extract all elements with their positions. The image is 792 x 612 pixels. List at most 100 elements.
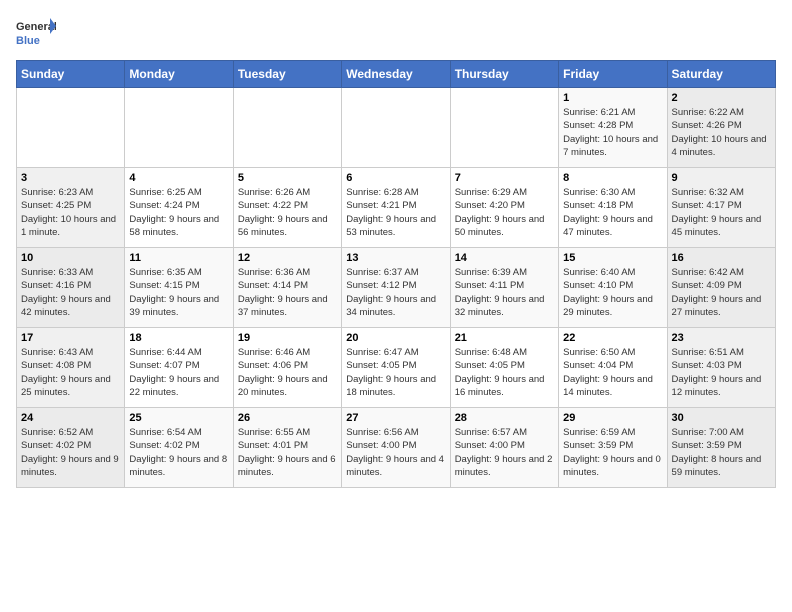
day-number: 1 bbox=[563, 92, 662, 104]
day-number: 14 bbox=[455, 252, 554, 264]
day-info: Sunrise: 6:25 AM Sunset: 4:24 PM Dayligh… bbox=[129, 186, 228, 239]
day-info: Sunrise: 6:47 AM Sunset: 4:05 PM Dayligh… bbox=[346, 346, 445, 399]
day-number: 13 bbox=[346, 252, 445, 264]
day-info: Sunrise: 6:59 AM Sunset: 3:59 PM Dayligh… bbox=[563, 426, 662, 479]
day-number: 7 bbox=[455, 172, 554, 184]
calendar-cell: 23 Sunrise: 6:51 AM Sunset: 4:03 PM Dayli… bbox=[667, 328, 775, 408]
day-info: Sunrise: 6:21 AM Sunset: 4:28 PM Dayligh… bbox=[563, 106, 662, 159]
day-header-monday: Monday bbox=[125, 61, 233, 88]
day-number: 29 bbox=[563, 412, 662, 424]
day-number: 11 bbox=[129, 252, 228, 264]
calendar-cell: 28 Sunrise: 6:57 AM Sunset: 4:00 PM Dayli… bbox=[450, 408, 558, 488]
day-number: 16 bbox=[672, 252, 771, 264]
calendar-cell: 17 Sunrise: 6:43 AM Sunset: 4:08 PM Dayli… bbox=[17, 328, 125, 408]
calendar-cell: 2Sunrise: 6:22 AM Sunset: 4:26 PM Daylig… bbox=[667, 88, 775, 168]
day-header-thursday: Thursday bbox=[450, 61, 558, 88]
calendar-cell: 20 Sunrise: 6:47 AM Sunset: 4:05 PM Dayli… bbox=[342, 328, 450, 408]
calendar-cell: 22Sunrise: 6:50 AM Sunset: 4:04 PM Dayli… bbox=[559, 328, 667, 408]
day-info: Sunrise: 6:26 AM Sunset: 4:22 PM Dayligh… bbox=[238, 186, 337, 239]
calendar-cell bbox=[233, 88, 341, 168]
calendar-cell: 7 Sunrise: 6:29 AM Sunset: 4:20 PM Daylig… bbox=[450, 168, 558, 248]
day-info: Sunrise: 6:48 AM Sunset: 4:05 PM Dayligh… bbox=[455, 346, 554, 399]
calendar-cell: 24Sunrise: 6:52 AM Sunset: 4:02 PM Dayli… bbox=[17, 408, 125, 488]
day-info: Sunrise: 6:46 AM Sunset: 4:06 PM Dayligh… bbox=[238, 346, 337, 399]
day-info: Sunrise: 6:32 AM Sunset: 4:17 PM Dayligh… bbox=[672, 186, 771, 239]
calendar-cell: 15 Sunrise: 6:40 AM Sunset: 4:10 PM Dayli… bbox=[559, 248, 667, 328]
day-info: Sunrise: 6:52 AM Sunset: 4:02 PM Dayligh… bbox=[21, 426, 120, 479]
day-header-tuesday: Tuesday bbox=[233, 61, 341, 88]
day-info: Sunrise: 6:36 AM Sunset: 4:14 PM Dayligh… bbox=[238, 266, 337, 319]
day-number: 26 bbox=[238, 412, 337, 424]
calendar-cell: 25Sunrise: 6:54 AM Sunset: 4:02 PM Dayli… bbox=[125, 408, 233, 488]
day-number: 6 bbox=[346, 172, 445, 184]
day-info: Sunrise: 6:43 AM Sunset: 4:08 PM Dayligh… bbox=[21, 346, 120, 399]
calendar-table: SundayMondayTuesdayWednesdayThursdayFrid… bbox=[16, 60, 776, 488]
day-info: Sunrise: 6:56 AM Sunset: 4:00 PM Dayligh… bbox=[346, 426, 445, 479]
calendar-cell: 8 Sunrise: 6:30 AM Sunset: 4:18 PM Daylig… bbox=[559, 168, 667, 248]
day-number: 20 bbox=[346, 332, 445, 344]
calendar-cell bbox=[17, 88, 125, 168]
day-info: Sunrise: 6:29 AM Sunset: 4:20 PM Dayligh… bbox=[455, 186, 554, 239]
calendar-cell: 5 Sunrise: 6:26 AM Sunset: 4:22 PM Daylig… bbox=[233, 168, 341, 248]
day-number: 10 bbox=[21, 252, 120, 264]
calendar-cell bbox=[125, 88, 233, 168]
calendar-cell: 16 Sunrise: 6:42 AM Sunset: 4:09 PM Dayli… bbox=[667, 248, 775, 328]
day-number: 8 bbox=[563, 172, 662, 184]
day-number: 2 bbox=[672, 92, 771, 104]
day-number: 17 bbox=[21, 332, 120, 344]
day-info: Sunrise: 6:28 AM Sunset: 4:21 PM Dayligh… bbox=[346, 186, 445, 239]
logo: General Blue bbox=[16, 16, 56, 52]
day-info: Sunrise: 6:40 AM Sunset: 4:10 PM Dayligh… bbox=[563, 266, 662, 319]
calendar-cell: 27 Sunrise: 6:56 AM Sunset: 4:00 PM Dayli… bbox=[342, 408, 450, 488]
day-header-wednesday: Wednesday bbox=[342, 61, 450, 88]
day-info: Sunrise: 6:51 AM Sunset: 4:03 PM Dayligh… bbox=[672, 346, 771, 399]
day-number: 5 bbox=[238, 172, 337, 184]
calendar-cell bbox=[342, 88, 450, 168]
calendar-cell: 9 Sunrise: 6:32 AM Sunset: 4:17 PM Daylig… bbox=[667, 168, 775, 248]
day-info: Sunrise: 6:54 AM Sunset: 4:02 PM Dayligh… bbox=[129, 426, 228, 479]
calendar-week-row: 1 Sunrise: 6:21 AM Sunset: 4:28 PM Daylig… bbox=[17, 88, 776, 168]
calendar-cell: 19Sunrise: 6:46 AM Sunset: 4:06 PM Dayli… bbox=[233, 328, 341, 408]
calendar-week-row: 10 Sunrise: 6:33 AM Sunset: 4:16 PM Dayli… bbox=[17, 248, 776, 328]
calendar-cell: 4 Sunrise: 6:25 AM Sunset: 4:24 PM Daylig… bbox=[125, 168, 233, 248]
day-number: 23 bbox=[672, 332, 771, 344]
calendar-week-row: 24Sunrise: 6:52 AM Sunset: 4:02 PM Dayli… bbox=[17, 408, 776, 488]
day-info: Sunrise: 6:37 AM Sunset: 4:12 PM Dayligh… bbox=[346, 266, 445, 319]
day-header-friday: Friday bbox=[559, 61, 667, 88]
day-number: 12 bbox=[238, 252, 337, 264]
day-number: 27 bbox=[346, 412, 445, 424]
calendar-body: 1 Sunrise: 6:21 AM Sunset: 4:28 PM Daylig… bbox=[17, 88, 776, 488]
calendar-week-row: 3Sunrise: 6:23 AM Sunset: 4:25 PM Daylig… bbox=[17, 168, 776, 248]
day-header-sunday: Sunday bbox=[17, 61, 125, 88]
calendar-cell: 11 Sunrise: 6:35 AM Sunset: 4:15 PM Dayli… bbox=[125, 248, 233, 328]
day-number: 15 bbox=[563, 252, 662, 264]
calendar-cell: 1 Sunrise: 6:21 AM Sunset: 4:28 PM Daylig… bbox=[559, 88, 667, 168]
day-info: Sunrise: 6:33 AM Sunset: 4:16 PM Dayligh… bbox=[21, 266, 120, 319]
svg-text:Blue: Blue bbox=[16, 35, 40, 47]
day-number: 30 bbox=[672, 412, 771, 424]
day-number: 4 bbox=[129, 172, 228, 184]
calendar-cell: 10 Sunrise: 6:33 AM Sunset: 4:16 PM Dayli… bbox=[17, 248, 125, 328]
calendar-cell: 12 Sunrise: 6:36 AM Sunset: 4:14 PM Dayli… bbox=[233, 248, 341, 328]
calendar-cell: 29 Sunrise: 6:59 AM Sunset: 3:59 PM Dayli… bbox=[559, 408, 667, 488]
calendar-cell: 18Sunrise: 6:44 AM Sunset: 4:07 PM Dayli… bbox=[125, 328, 233, 408]
day-info: Sunrise: 6:30 AM Sunset: 4:18 PM Dayligh… bbox=[563, 186, 662, 239]
day-info: Sunrise: 6:39 AM Sunset: 4:11 PM Dayligh… bbox=[455, 266, 554, 319]
day-info: Sunrise: 7:00 AM Sunset: 3:59 PM Dayligh… bbox=[672, 426, 771, 479]
day-info: Sunrise: 6:42 AM Sunset: 4:09 PM Dayligh… bbox=[672, 266, 771, 319]
calendar-cell: 14 Sunrise: 6:39 AM Sunset: 4:11 PM Dayli… bbox=[450, 248, 558, 328]
day-number: 21 bbox=[455, 332, 554, 344]
calendar-cell: 21 Sunrise: 6:48 AM Sunset: 4:05 PM Dayli… bbox=[450, 328, 558, 408]
day-info: Sunrise: 6:35 AM Sunset: 4:15 PM Dayligh… bbox=[129, 266, 228, 319]
day-header-saturday: Saturday bbox=[667, 61, 775, 88]
calendar-cell: 13 Sunrise: 6:37 AM Sunset: 4:12 PM Dayli… bbox=[342, 248, 450, 328]
day-number: 22 bbox=[563, 332, 662, 344]
day-number: 3 bbox=[21, 172, 120, 184]
calendar-week-row: 17 Sunrise: 6:43 AM Sunset: 4:08 PM Dayli… bbox=[17, 328, 776, 408]
day-info: Sunrise: 6:57 AM Sunset: 4:00 PM Dayligh… bbox=[455, 426, 554, 479]
day-number: 9 bbox=[672, 172, 771, 184]
logo-svg: General Blue bbox=[16, 16, 56, 52]
calendar-cell: 3Sunrise: 6:23 AM Sunset: 4:25 PM Daylig… bbox=[17, 168, 125, 248]
day-number: 28 bbox=[455, 412, 554, 424]
calendar-cell: 6 Sunrise: 6:28 AM Sunset: 4:21 PM Daylig… bbox=[342, 168, 450, 248]
